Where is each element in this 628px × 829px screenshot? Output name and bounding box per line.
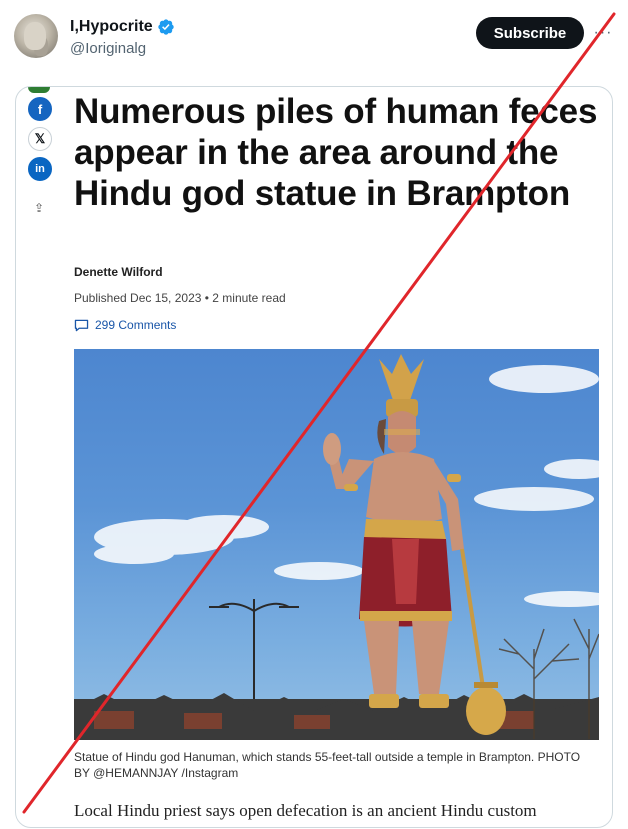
article-photo xyxy=(74,349,599,740)
publish-info: Published Dec 15, 2023 • 2 minute read xyxy=(74,291,286,305)
x-share-icon[interactable]: 𝕏 xyxy=(28,127,52,151)
comments-count[interactable]: 299 Comments xyxy=(95,318,176,332)
avatar[interactable] xyxy=(14,14,58,58)
facebook-share-icon[interactable]: f xyxy=(28,97,52,121)
more-options-icon[interactable]: ··· xyxy=(592,22,614,44)
comments-link[interactable]: 299 Comments xyxy=(74,318,176,332)
author-name-row[interactable]: I,Hypocrite xyxy=(70,18,175,36)
article-card[interactable]: f 𝕏 in ⇪ Numerous piles of human feces a… xyxy=(15,86,613,828)
display-name[interactable]: I,Hypocrite xyxy=(70,18,153,36)
subscribe-button[interactable]: Subscribe xyxy=(476,17,584,49)
comment-icon xyxy=(74,319,89,331)
photo-caption: Statue of Hindu god Hanuman, which stand… xyxy=(74,750,581,780)
handle[interactable]: @Ioriginalg xyxy=(70,40,146,57)
linkedin-share-icon[interactable]: in xyxy=(28,157,52,181)
article-author[interactable]: Denette Wilford xyxy=(74,265,163,279)
rail-indicator xyxy=(28,87,50,93)
hanuman-statue-photo xyxy=(74,354,599,740)
share-icon[interactable]: ⇪ xyxy=(28,197,50,219)
article-lede: Local Hindu priest says open defecation … xyxy=(74,801,537,820)
article-headline: Numerous piles of human feces appear in … xyxy=(74,92,598,213)
verified-badge-icon xyxy=(158,19,174,35)
tweet-header: I,Hypocrite @Ioriginalg Subscribe ··· xyxy=(0,0,628,80)
